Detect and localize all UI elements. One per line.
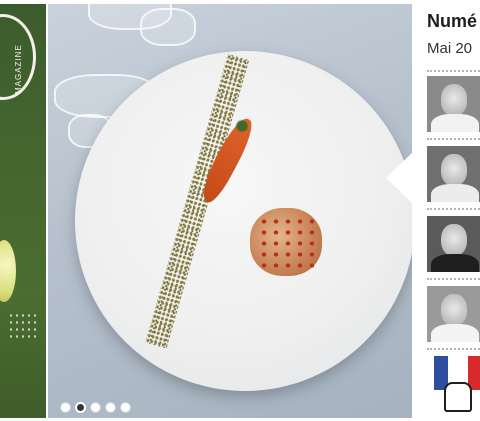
divider xyxy=(427,70,480,72)
chef-portrait-3 xyxy=(441,224,467,256)
carousel-dot-2[interactable] xyxy=(75,402,86,413)
chef-thumbnail-1[interactable] xyxy=(427,76,480,132)
plate xyxy=(75,51,412,391)
hero-carousel[interactable] xyxy=(48,4,412,418)
divider xyxy=(427,348,480,350)
tricolor-chef-hat-emblem-icon[interactable] xyxy=(434,356,480,418)
chef-jacket xyxy=(431,114,479,132)
chef-portrait-4 xyxy=(441,294,467,326)
chef-jacket xyxy=(431,254,479,272)
chef-jacket xyxy=(431,324,479,342)
chef-portrait-2 xyxy=(441,154,467,186)
carousel-dot-4[interactable] xyxy=(105,402,116,413)
magazine-wordmark: MAGAZINE xyxy=(14,44,23,94)
tartare-portion xyxy=(250,208,322,276)
herb-garnish-icon xyxy=(234,118,250,134)
chef-thumbnail-3[interactable] xyxy=(427,216,480,272)
carousel-dot-5[interactable] xyxy=(120,402,131,413)
wine-glass-stem-icon xyxy=(140,8,196,46)
divider xyxy=(427,278,480,280)
chef-thumbnail-4[interactable] xyxy=(427,286,480,342)
carousel-pagination xyxy=(60,402,131,413)
chef-portrait-1 xyxy=(441,84,467,116)
carousel-dot-3[interactable] xyxy=(90,402,101,413)
divider xyxy=(427,138,480,140)
chef-jacket xyxy=(431,184,479,202)
salt-sprinkle-decoration xyxy=(8,312,36,342)
issue-side-panel: Numé Mai 20 xyxy=(414,4,480,418)
magazine-cover-thumbnail[interactable]: MAGAZINE xyxy=(0,4,46,418)
chef-hat-icon xyxy=(444,382,472,412)
issue-title: Numé xyxy=(427,11,478,31)
divider xyxy=(427,208,480,210)
chef-thumbnail-2[interactable] xyxy=(427,146,480,202)
egg-illustration xyxy=(0,240,16,302)
panel-pointer-notch xyxy=(386,152,413,204)
issue-date: Mai 20 xyxy=(427,40,473,57)
carousel-dot-1[interactable] xyxy=(60,402,71,413)
